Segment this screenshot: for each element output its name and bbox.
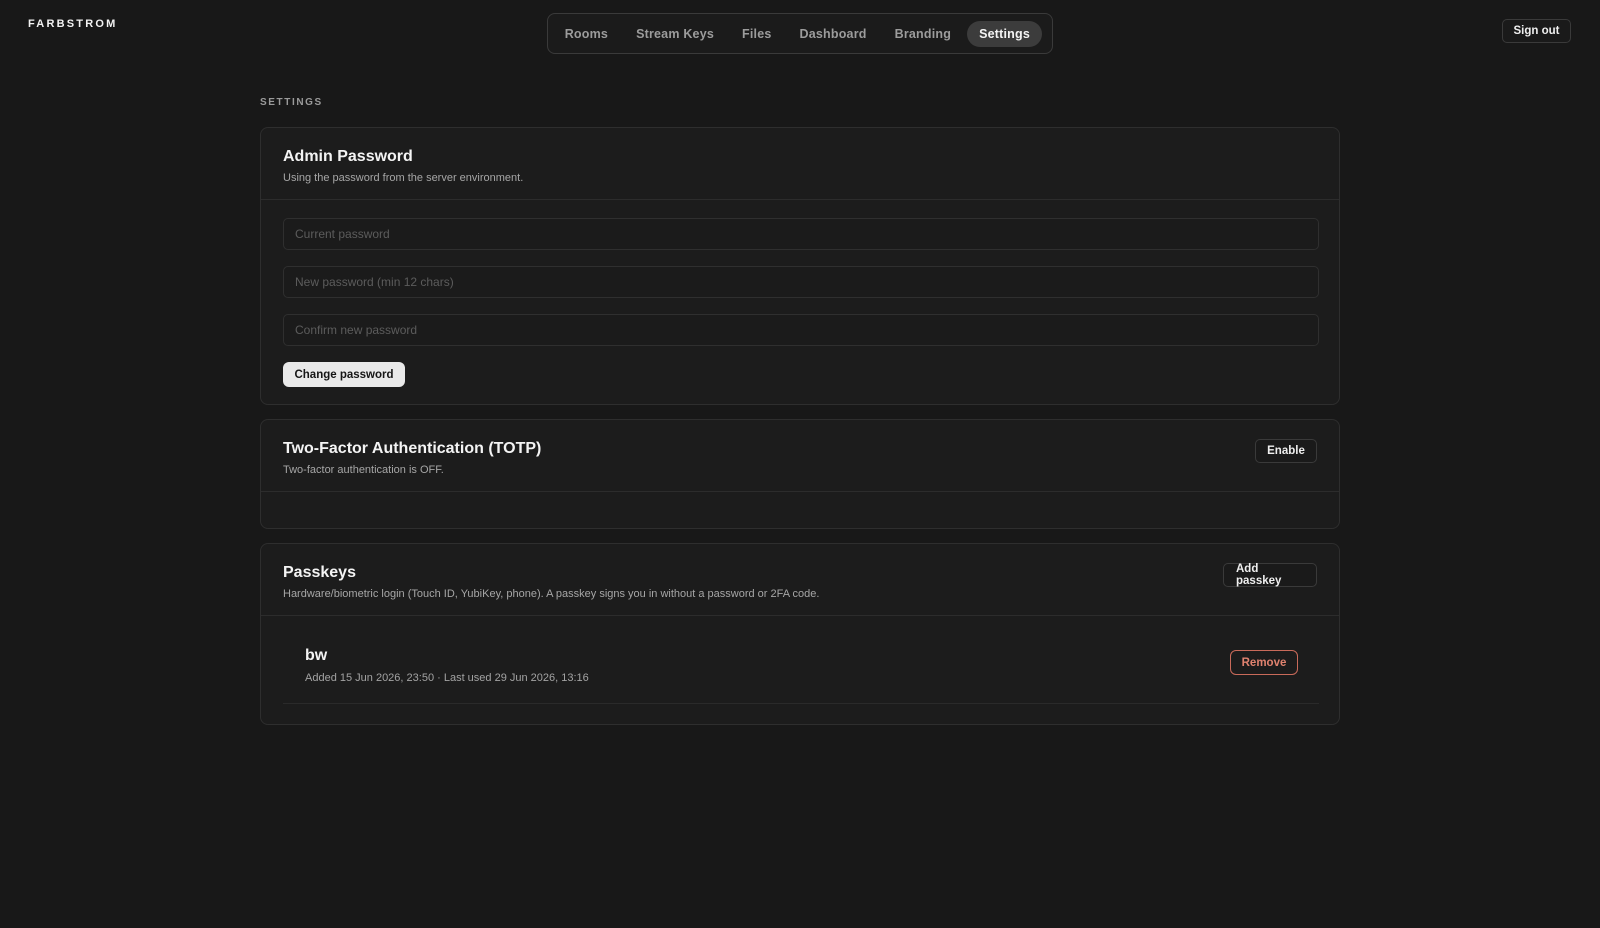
admin-password-title: Admin Password — [283, 148, 413, 165]
remove-passkey-button[interactable]: Remove — [1230, 650, 1298, 675]
brand-logo[interactable]: FARBSTROM — [28, 18, 117, 30]
nav-item-dashboard[interactable]: Dashboard — [788, 21, 879, 47]
sign-out-button[interactable]: Sign out — [1502, 19, 1571, 43]
admin-password-header: Admin Password Using the password from t… — [261, 128, 1339, 200]
nav-item-settings[interactable]: Settings — [967, 20, 1042, 47]
change-password-button[interactable]: Change password — [283, 362, 405, 387]
passkey-meta: Added 15 Jun 2026, 23:50 · Last used 29 … — [305, 672, 589, 684]
confirm-password-input[interactable] — [283, 314, 1319, 346]
admin-password-subtitle: Using the password from the server envir… — [283, 172, 524, 184]
enable-2fa-button[interactable]: Enable — [1255, 439, 1317, 463]
passkey-name: bw — [305, 647, 328, 664]
nav-item-stream-keys[interactable]: Stream Keys — [624, 21, 726, 47]
passkeys-header: Passkeys Hardware/biometric login (Touch… — [261, 544, 1339, 616]
nav-item-files[interactable]: Files — [730, 21, 784, 47]
two-factor-card: Two-Factor Authentication (TOTP) Two-fac… — [260, 419, 1340, 529]
two-factor-header: Two-Factor Authentication (TOTP) Two-fac… — [261, 420, 1339, 492]
admin-password-card: Admin Password Using the password from t… — [260, 127, 1340, 405]
two-factor-title: Two-Factor Authentication (TOTP) — [283, 440, 542, 457]
top-bar: FARBSTROM Rooms Stream Keys Files Dashbo… — [0, 0, 1600, 60]
passkeys-title: Passkeys — [283, 564, 356, 581]
passkeys-card: Passkeys Hardware/biometric login (Touch… — [260, 543, 1340, 725]
nav-item-branding[interactable]: Branding — [883, 21, 963, 47]
new-password-input[interactable] — [283, 266, 1319, 298]
passkeys-subtitle: Hardware/biometric login (Touch ID, Yubi… — [283, 588, 820, 600]
two-factor-status: Two-factor authentication is OFF. — [283, 464, 444, 476]
page-section-label: SETTINGS — [260, 97, 323, 108]
passkey-list-item: bw Added 15 Jun 2026, 23:50 · Last used … — [283, 636, 1319, 704]
nav-item-rooms[interactable]: Rooms — [553, 21, 620, 47]
main-nav: Rooms Stream Keys Files Dashboard Brandi… — [547, 13, 1053, 54]
current-password-input[interactable] — [283, 218, 1319, 250]
add-passkey-button[interactable]: Add passkey — [1223, 563, 1317, 587]
